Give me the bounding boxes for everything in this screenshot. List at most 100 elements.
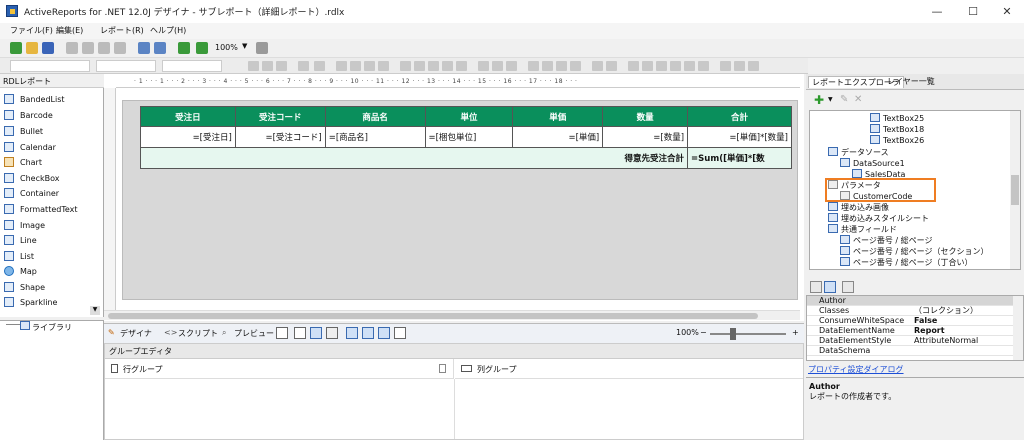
detail-cell[interactable]: =[受注コード] (234, 126, 326, 148)
maximize-button[interactable]: ☐ (956, 0, 990, 23)
border-icon[interactable] (656, 61, 667, 71)
bold-icon[interactable] (248, 61, 259, 71)
grid-toggle-icon[interactable] (294, 327, 306, 339)
tab-layers[interactable]: レイヤー一覧 (884, 76, 938, 87)
color-icon[interactable] (298, 61, 309, 71)
header-cell[interactable]: 受注日 (140, 106, 236, 127)
zoom-slider-thumb[interactable] (730, 328, 736, 340)
menu-report[interactable]: レポート(R) (100, 25, 144, 36)
layout-align-icon[interactable] (400, 61, 411, 71)
spacing-icon[interactable] (556, 61, 567, 71)
font-select[interactable] (96, 60, 156, 72)
redo-icon[interactable] (154, 42, 166, 54)
explorer-tree[interactable]: TextBox25 TextBox18 TextBox26 データソース Dat… (809, 110, 1021, 270)
toolbox-item-formattedtext[interactable]: FormattedText (2, 202, 90, 217)
property-row[interactable]: Author (807, 296, 1023, 306)
tree-node-textbox25[interactable]: TextBox25 (870, 113, 924, 124)
toolbox-item-line[interactable]: Line (2, 233, 90, 248)
toolbox-item-list[interactable]: List (2, 249, 90, 264)
categorized-icon[interactable] (810, 281, 822, 293)
toolbox-item-map[interactable]: Map (2, 264, 90, 279)
ruler-toggle-icon[interactable] (276, 327, 288, 339)
property-row[interactable]: DataElementStyle AttributeNormal (807, 336, 1023, 346)
copy-icon[interactable] (82, 42, 94, 54)
fill-icon[interactable] (314, 61, 325, 71)
paste-icon[interactable] (98, 42, 110, 54)
edit-icon[interactable]: ✎ (840, 94, 848, 105)
align-right-icon[interactable] (364, 61, 375, 71)
zoom-in-icon[interactable] (178, 42, 190, 54)
new-report-icon[interactable] (10, 42, 22, 54)
property-scrollbar[interactable] (1013, 296, 1023, 360)
size-align-icon[interactable] (478, 61, 489, 71)
size-align-icon[interactable] (506, 61, 517, 71)
header-cell[interactable]: 受注コード (234, 106, 326, 127)
property-dialog-link[interactable]: プロパティ設定ダイアログ (808, 364, 904, 375)
fit-icon[interactable] (256, 42, 268, 54)
layout-align-icon[interactable] (414, 61, 425, 71)
header-cell[interactable]: 合計 (687, 106, 792, 127)
scroll-down-icon[interactable]: ▼ (90, 306, 100, 315)
tree-node-datasource1[interactable]: DataSource1 (840, 158, 905, 169)
spacing-icon[interactable] (528, 61, 539, 71)
property-grid[interactable]: Author Classes （コレクション） ConsumeWhiteSpace… (806, 295, 1024, 361)
chevron-down-icon[interactable]: ▼ (242, 42, 247, 50)
layout-align-icon[interactable] (442, 61, 453, 71)
zoom-in-button[interactable]: + (792, 328, 799, 337)
spacing-icon[interactable] (542, 61, 553, 71)
border-icon[interactable] (684, 61, 695, 71)
column-group-pane[interactable]: 列グループ (455, 359, 803, 379)
property-row[interactable]: Classes （コレクション） (807, 306, 1023, 316)
layout-icon[interactable] (310, 327, 322, 339)
border-icon[interactable] (670, 61, 681, 71)
row-group-pane[interactable]: 行グループ (105, 359, 454, 379)
align-justify-icon[interactable] (378, 61, 389, 71)
header-cell[interactable]: 単価 (512, 106, 604, 127)
layout-align-icon[interactable] (428, 61, 439, 71)
sort-alpha-icon[interactable] (824, 281, 836, 293)
cut-icon[interactable] (66, 42, 78, 54)
header-cell[interactable]: 数量 (602, 106, 689, 127)
size-align-icon[interactable] (492, 61, 503, 71)
tree-node-textbox18[interactable]: TextBox18 (870, 124, 924, 135)
zoom-out-icon[interactable] (196, 42, 208, 54)
undo-icon[interactable] (138, 42, 150, 54)
pointer-icon[interactable] (378, 327, 390, 339)
report-table[interactable]: 受注日 受注コード 商品名 単位 単価 数量 合計 =[受注日] =[受注コード… (139, 106, 792, 169)
chevron-down-icon[interactable]: ▼ (828, 96, 833, 103)
design-canvas[interactable]: · 1 · · · 1 · · · 2 · · · 3 · · · 4 · · … (104, 74, 804, 321)
order-icon[interactable] (606, 61, 617, 71)
scroll-thumb[interactable] (108, 313, 758, 319)
toolbox-header[interactable]: RDLレポート (0, 74, 104, 88)
property-row[interactable]: ConsumeWhiteSpace False (807, 316, 1023, 326)
tab-script[interactable]: スクリプト (178, 328, 218, 339)
open-icon[interactable] (26, 42, 38, 54)
header-cell[interactable]: 商品名 (324, 106, 426, 127)
toolbox-item-container[interactable]: Container (2, 186, 90, 201)
minimize-button[interactable]: — (920, 0, 954, 23)
toolbox-item-sparkline[interactable]: Sparkline (2, 295, 90, 310)
horizontal-scrollbar[interactable] (104, 310, 800, 320)
table-icon[interactable] (720, 61, 731, 71)
tab-designer[interactable]: デザイナ (120, 328, 152, 339)
border-icon[interactable] (698, 61, 709, 71)
total-expression[interactable]: =Sum([単価]*[数 (687, 147, 792, 169)
report-body[interactable]: 受注日 受注コード 商品名 単位 単価 数量 合計 =[受注日] =[受注コード… (122, 100, 798, 300)
property-row[interactable]: DataSchema (807, 346, 1023, 356)
toolbox-item-calendar[interactable]: Calendar (2, 140, 90, 155)
zoom-out-button[interactable]: − (700, 328, 707, 337)
add-icon[interactable]: ✚ (814, 93, 824, 107)
total-label[interactable]: 得意先受注合計 (139, 147, 689, 169)
tab-preview[interactable]: プレビュー (234, 328, 274, 339)
toolbox-item-checkbox[interactable]: CheckBox (2, 171, 90, 186)
handle-icon[interactable] (439, 364, 446, 373)
detail-cell[interactable]: =[商品名] (324, 126, 426, 148)
tree-node-page-number-section[interactable]: ページ番号 / 総ページ（セクション） (840, 246, 988, 257)
menu-file[interactable]: ファイル(F) (10, 25, 53, 36)
property-row[interactable]: DataElementName Report (807, 326, 1023, 336)
toolbox-item-bandedlist[interactable]: BandedList (2, 92, 90, 107)
table-icon[interactable] (734, 61, 745, 71)
zoom-select[interactable]: 100% (215, 43, 238, 52)
table-grid-icon[interactable] (326, 327, 338, 339)
border-icon[interactable] (642, 61, 653, 71)
